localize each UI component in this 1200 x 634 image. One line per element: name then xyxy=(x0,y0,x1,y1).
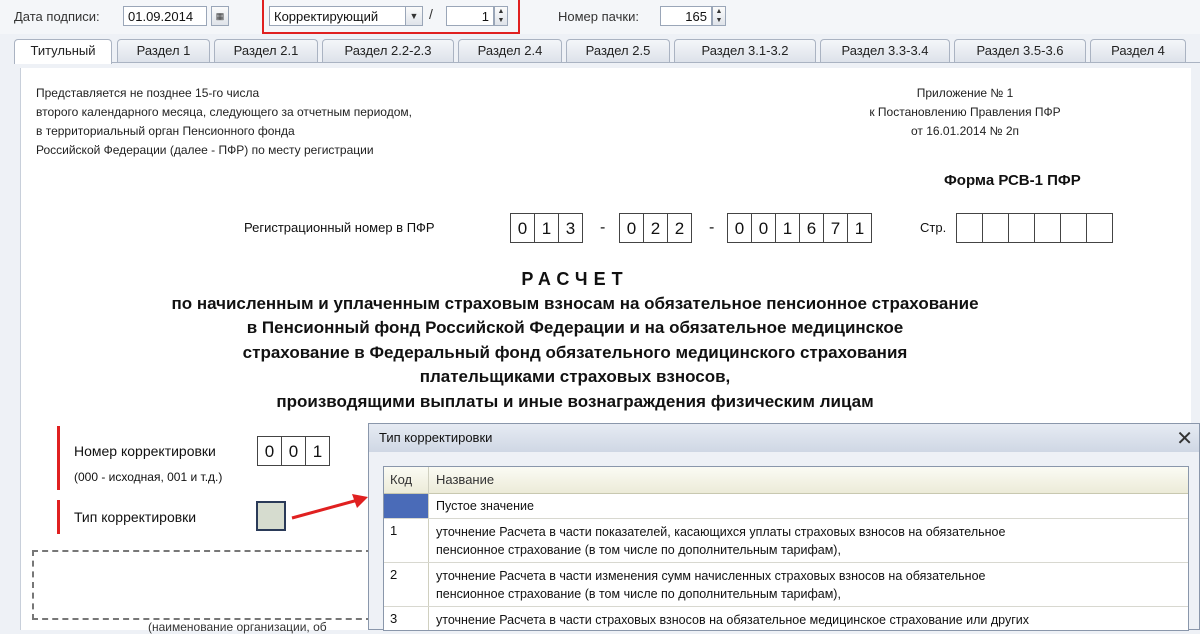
digit-cell: 0 xyxy=(281,436,306,466)
correction-type-field[interactable] xyxy=(256,501,286,531)
section-tabs: Титульный Раздел 1 Раздел 2.1 Раздел 2.2… xyxy=(14,39,1200,64)
digit-cell: 0 xyxy=(619,213,644,243)
digit-cell xyxy=(956,213,983,243)
page-number-cells[interactable] xyxy=(956,213,1113,243)
appendix-line: от 16.01.2014 № 2п xyxy=(910,124,1019,138)
column-header-code[interactable]: Код xyxy=(390,472,412,487)
reg-number-part3[interactable]: 0 0 1 6 7 1 xyxy=(727,213,872,243)
tab-section-3-5-3-6[interactable]: Раздел 3.5-3.6 xyxy=(954,39,1086,62)
chevron-down-icon[interactable]: ▼ xyxy=(405,6,423,26)
row-selection-marker xyxy=(384,494,428,518)
digit-cell: 0 xyxy=(727,213,752,243)
signature-date-label: Дата подписи: xyxy=(14,9,100,24)
row-code: 3 xyxy=(390,611,398,626)
digit-cell: 1 xyxy=(305,436,330,466)
digit-cell: 2 xyxy=(667,213,692,243)
digit-cell xyxy=(982,213,1009,243)
tab-section-4[interactable]: Раздел 4 xyxy=(1090,39,1186,62)
row-name: уточнение Расчета в части изменения сумм… xyxy=(436,569,986,601)
heading-line: в Пенсионный фонд Российской Федерации и… xyxy=(246,318,904,337)
heading-line: страхование в Федеральный фонд обязатель… xyxy=(242,342,908,362)
digit-cell: 0 xyxy=(257,436,282,466)
reg-dash: - xyxy=(600,219,606,236)
reg-dash: - xyxy=(709,219,715,236)
organization-caption: (наименование организации, об xyxy=(148,620,327,634)
column-header-name[interactable]: Название xyxy=(436,472,494,487)
tab-section-2-5[interactable]: Раздел 2.5 xyxy=(566,39,670,62)
tab-divider xyxy=(14,62,1200,63)
tab-section-1[interactable]: Раздел 1 xyxy=(117,39,210,62)
row-code: 2 xyxy=(390,567,398,582)
digit-cell: 1 xyxy=(534,213,559,243)
page-label: Стр. xyxy=(920,220,947,235)
signature-date-input[interactable]: 01.09.2014 xyxy=(123,6,207,26)
digit-cell: 0 xyxy=(751,213,776,243)
submission-note-line: в территориальный орган Пенсионного фонд… xyxy=(36,124,295,138)
submission-note-line: второго календарного месяца, следующего … xyxy=(36,105,412,119)
correction-type-select[interactable]: Корректирующий xyxy=(269,6,407,26)
row-name: уточнение Расчета в части страховых взно… xyxy=(436,613,1030,627)
pack-number-input[interactable]: 165 xyxy=(660,6,712,26)
dialog-title: Тип корректировки xyxy=(379,430,493,445)
table-header xyxy=(384,467,1188,494)
correction-number-input[interactable]: 1 xyxy=(446,6,494,26)
correction-type-dialog: Тип корректировки ✕ Код Название Пустое … xyxy=(368,423,1200,631)
digit-cell xyxy=(1086,213,1113,243)
appendix-line: к Постановлению Правления ПФР xyxy=(869,105,1061,119)
tab-section-3-3-3-4[interactable]: Раздел 3.3-3.4 xyxy=(820,39,950,62)
heading-title: РАСЧЕТ xyxy=(521,269,629,289)
spinner-icon[interactable]: ▲ ▼ xyxy=(494,6,508,26)
reg-number-part1[interactable]: 0 1 3 xyxy=(510,213,583,243)
calendar-icon[interactable]: ▦ xyxy=(211,6,229,26)
correction-number-hint: (000 - исходная, 001 и т.д.) xyxy=(74,470,223,484)
tab-section-2-2-2-3[interactable]: Раздел 2.2-2.3 xyxy=(322,39,454,62)
table-row[interactable]: 2 уточнение Расчета в части изменения су… xyxy=(384,563,1188,607)
table-row[interactable]: Пустое значение xyxy=(384,494,1188,519)
tab-title[interactable]: Титульный xyxy=(14,39,112,64)
digit-cell xyxy=(1034,213,1061,243)
form-heading: РАСЧЕТ по начисленным и уплаченным страх… xyxy=(60,267,1090,414)
correction-number-cells[interactable]: 0 0 1 xyxy=(257,436,330,466)
digit-cell: 2 xyxy=(643,213,668,243)
heading-line: производящими выплаты и иные вознагражде… xyxy=(276,391,874,411)
digit-cell: 1 xyxy=(775,213,800,243)
row-name: уточнение Расчета в части показателей, к… xyxy=(436,525,1006,557)
tab-section-2-1[interactable]: Раздел 2.1 xyxy=(214,39,318,62)
heading-line: по начисленным и уплаченным страховым вз… xyxy=(171,293,979,313)
correction-type-table: Код Название Пустое значение 1 уточнение… xyxy=(383,466,1189,631)
digit-cell: 7 xyxy=(823,213,848,243)
organization-name-box[interactable] xyxy=(32,550,372,620)
correction-number-label: Номер корректировки xyxy=(74,443,216,459)
submission-note: Представляется не позднее 15-го числа вт… xyxy=(36,84,536,160)
digit-cell: 0 xyxy=(510,213,535,243)
digit-cell: 3 xyxy=(558,213,583,243)
submission-note-line: Российской Федерации (далее - ПФР) по ме… xyxy=(36,143,374,157)
spinner-icon[interactable]: ▲ ▼ xyxy=(712,6,726,26)
appendix-line: Приложение № 1 xyxy=(916,86,1014,100)
reg-number-label: Регистрационный номер в ПФР xyxy=(244,220,435,235)
heading-line: плательщиками страховых взносов, xyxy=(419,367,731,386)
digit-cell xyxy=(1060,213,1087,243)
row-name: Пустое значение xyxy=(436,499,534,513)
required-marker xyxy=(57,426,60,490)
submission-note-line: Представляется не позднее 15-го числа xyxy=(36,86,260,100)
digit-cell: 1 xyxy=(847,213,872,243)
pack-number-label: Номер пачки: xyxy=(558,9,639,24)
close-icon[interactable]: ✕ xyxy=(1176,426,1193,451)
correction-type-label: Тип корректировки xyxy=(74,509,197,525)
tab-section-3-1-3-2[interactable]: Раздел 3.1-3.2 xyxy=(674,39,816,62)
digit-cell xyxy=(1008,213,1035,243)
form-name: Форма РСВ-1 ПФР xyxy=(944,172,1081,189)
required-marker xyxy=(57,500,60,534)
appendix-note: Приложение № 1 к Постановлению Правления… xyxy=(830,84,1100,141)
row-code: 1 xyxy=(390,523,398,538)
table-row[interactable]: 1 уточнение Расчета в части показателей,… xyxy=(384,519,1188,563)
tab-section-2-4[interactable]: Раздел 2.4 xyxy=(458,39,562,62)
dialog-titlebar xyxy=(369,424,1199,452)
slash-separator: / xyxy=(429,6,433,22)
digit-cell: 6 xyxy=(799,213,824,243)
table-row[interactable]: 3 уточнение Расчета в части страховых вз… xyxy=(384,607,1188,630)
arrow-icon xyxy=(291,494,368,520)
reg-number-part2[interactable]: 0 2 2 xyxy=(619,213,692,243)
